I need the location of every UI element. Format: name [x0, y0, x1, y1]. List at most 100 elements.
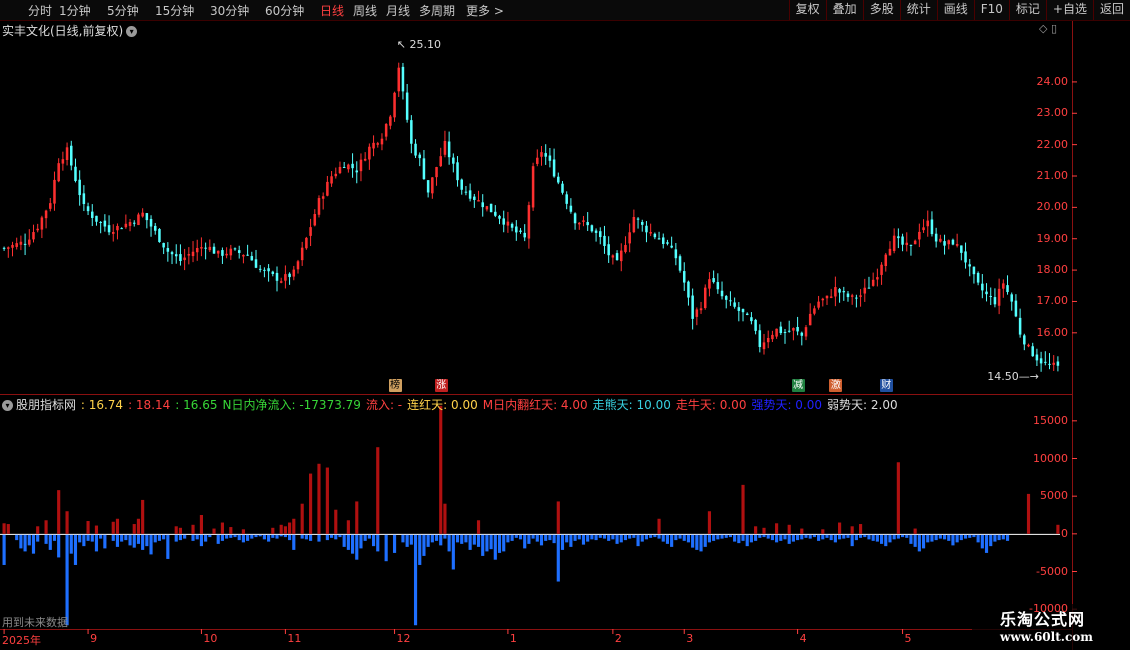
- candle-body: [246, 254, 249, 256]
- event-marker[interactable]: 涨: [434, 379, 448, 392]
- candle-body: [691, 295, 694, 319]
- candle-body: [174, 254, 178, 257]
- flow-bar-positive: [800, 528, 804, 534]
- candle-body: [657, 238, 661, 240]
- period-1[interactable]: 1分钟: [59, 2, 91, 19]
- flow-bar-positive: [271, 527, 275, 534]
- flow-bar-negative: [523, 534, 527, 549]
- candle-body: [481, 202, 484, 208]
- candle-body: [859, 295, 862, 297]
- tool-button-2[interactable]: 多股: [862, 0, 900, 20]
- candle-body: [212, 246, 216, 254]
- candle-body: [741, 308, 745, 313]
- period-2[interactable]: 5分钟: [107, 2, 139, 19]
- period-6[interactable]: 日线: [320, 2, 344, 19]
- flow-bar-negative: [691, 534, 695, 548]
- flow-bar-negative: [464, 534, 468, 543]
- flow-bar-negative: [338, 534, 342, 538]
- tool-button-7[interactable]: +自选: [1045, 0, 1093, 20]
- flow-bar-negative: [434, 534, 439, 541]
- candle-body: [111, 232, 115, 234]
- flow-bar-positive: [334, 509, 338, 534]
- event-marker[interactable]: 财: [879, 379, 893, 392]
- flow-bar-negative: [565, 534, 569, 543]
- flow-histogram: [2, 405, 1060, 626]
- flow-bar-negative: [791, 534, 795, 542]
- flow-bar-positive: [288, 522, 292, 534]
- indicator-name: 股朋指标网: [16, 398, 77, 412]
- flow-bar-negative: [384, 534, 388, 562]
- flow-bar-negative: [833, 534, 837, 543]
- candle-body: [783, 331, 787, 334]
- candle-body: [548, 155, 552, 161]
- panel-control-icons[interactable]: ◇ ▯: [1039, 22, 1057, 35]
- period-3[interactable]: 15分钟: [155, 2, 194, 19]
- chart-canvas[interactable]: [0, 0, 1130, 650]
- flow-bar-negative: [426, 534, 430, 547]
- flow-bar-negative: [220, 534, 224, 541]
- flow-bar-negative: [703, 534, 707, 547]
- period-8[interactable]: 月线: [386, 2, 410, 19]
- flow-bar-negative: [775, 534, 779, 543]
- candle-body: [779, 326, 783, 334]
- period-9[interactable]: 多周期: [419, 2, 455, 19]
- flow-bar-negative: [468, 534, 472, 550]
- candle-body: [221, 250, 224, 256]
- period-5[interactable]: 60分钟: [265, 2, 304, 19]
- candle-body: [120, 228, 123, 230]
- flow-bar-negative: [783, 534, 787, 540]
- flow-bar-negative: [36, 534, 40, 542]
- flow-bar-negative: [859, 534, 863, 538]
- flow-bar-positive: [111, 521, 115, 534]
- chevron-down-icon[interactable]: ▾: [126, 26, 138, 37]
- candle-body: [36, 228, 39, 231]
- period-4[interactable]: 30分钟: [210, 2, 249, 19]
- candle-body: [401, 66, 405, 92]
- flow-bar-negative: [178, 534, 183, 541]
- flow-bar-negative: [842, 534, 846, 539]
- watermark-url: www.60lt.com: [1000, 630, 1093, 644]
- flow-bar-negative: [586, 534, 590, 542]
- flow-bar-negative: [334, 534, 338, 540]
- tool-button-6[interactable]: 标记: [1008, 0, 1046, 20]
- flow-bar-negative: [817, 534, 821, 541]
- tool-button-5[interactable]: F10: [973, 0, 1009, 20]
- period-0[interactable]: 分时: [28, 2, 52, 19]
- flow-bar-negative: [972, 534, 976, 538]
- flow-bar-negative: [800, 534, 804, 540]
- flow-bar-negative: [418, 534, 422, 565]
- flow-bar-negative: [376, 534, 380, 552]
- event-marker[interactable]: 减: [791, 379, 805, 392]
- candle-body: [985, 291, 988, 295]
- candle-body: [578, 222, 581, 225]
- flow-bar-negative: [48, 534, 52, 550]
- date-label: 11: [287, 632, 302, 645]
- event-marker[interactable]: 激: [829, 379, 843, 392]
- tool-button-8[interactable]: 返回: [1092, 0, 1130, 20]
- flow-bar-negative: [607, 534, 611, 541]
- flow-bar-positive: [241, 529, 245, 534]
- flow-bar-positive: [775, 523, 779, 534]
- event-marker[interactable]: 榜: [388, 379, 402, 392]
- flow-bar-negative: [867, 534, 871, 540]
- flow-label: -5000: [1036, 564, 1068, 578]
- flow-bar-negative: [460, 534, 464, 544]
- flow-label: 15000: [1033, 413, 1068, 427]
- period-7[interactable]: 周线: [353, 2, 377, 19]
- tool-button-4[interactable]: 画线: [936, 0, 974, 20]
- flow-bar-positive: [2, 523, 6, 534]
- flow-bar-negative: [439, 534, 443, 546]
- candle-body: [712, 278, 715, 283]
- flow-bar-negative: [195, 534, 199, 540]
- candle-body: [829, 296, 833, 298]
- tool-button-1[interactable]: 叠加: [825, 0, 863, 20]
- flow-bar-negative: [401, 534, 405, 543]
- flow-bar-negative: [997, 534, 1001, 541]
- period-10[interactable]: 更多 >: [466, 2, 504, 19]
- tool-button-3[interactable]: 统计: [899, 0, 937, 20]
- flow-bar-positive: [199, 515, 203, 534]
- tool-button-0[interactable]: 复权: [788, 0, 826, 20]
- flow-bar-negative: [174, 534, 178, 542]
- chevron-down-icon[interactable]: ▾: [2, 400, 13, 411]
- stock-title: 实丰文化(日线,前复权): [2, 24, 124, 38]
